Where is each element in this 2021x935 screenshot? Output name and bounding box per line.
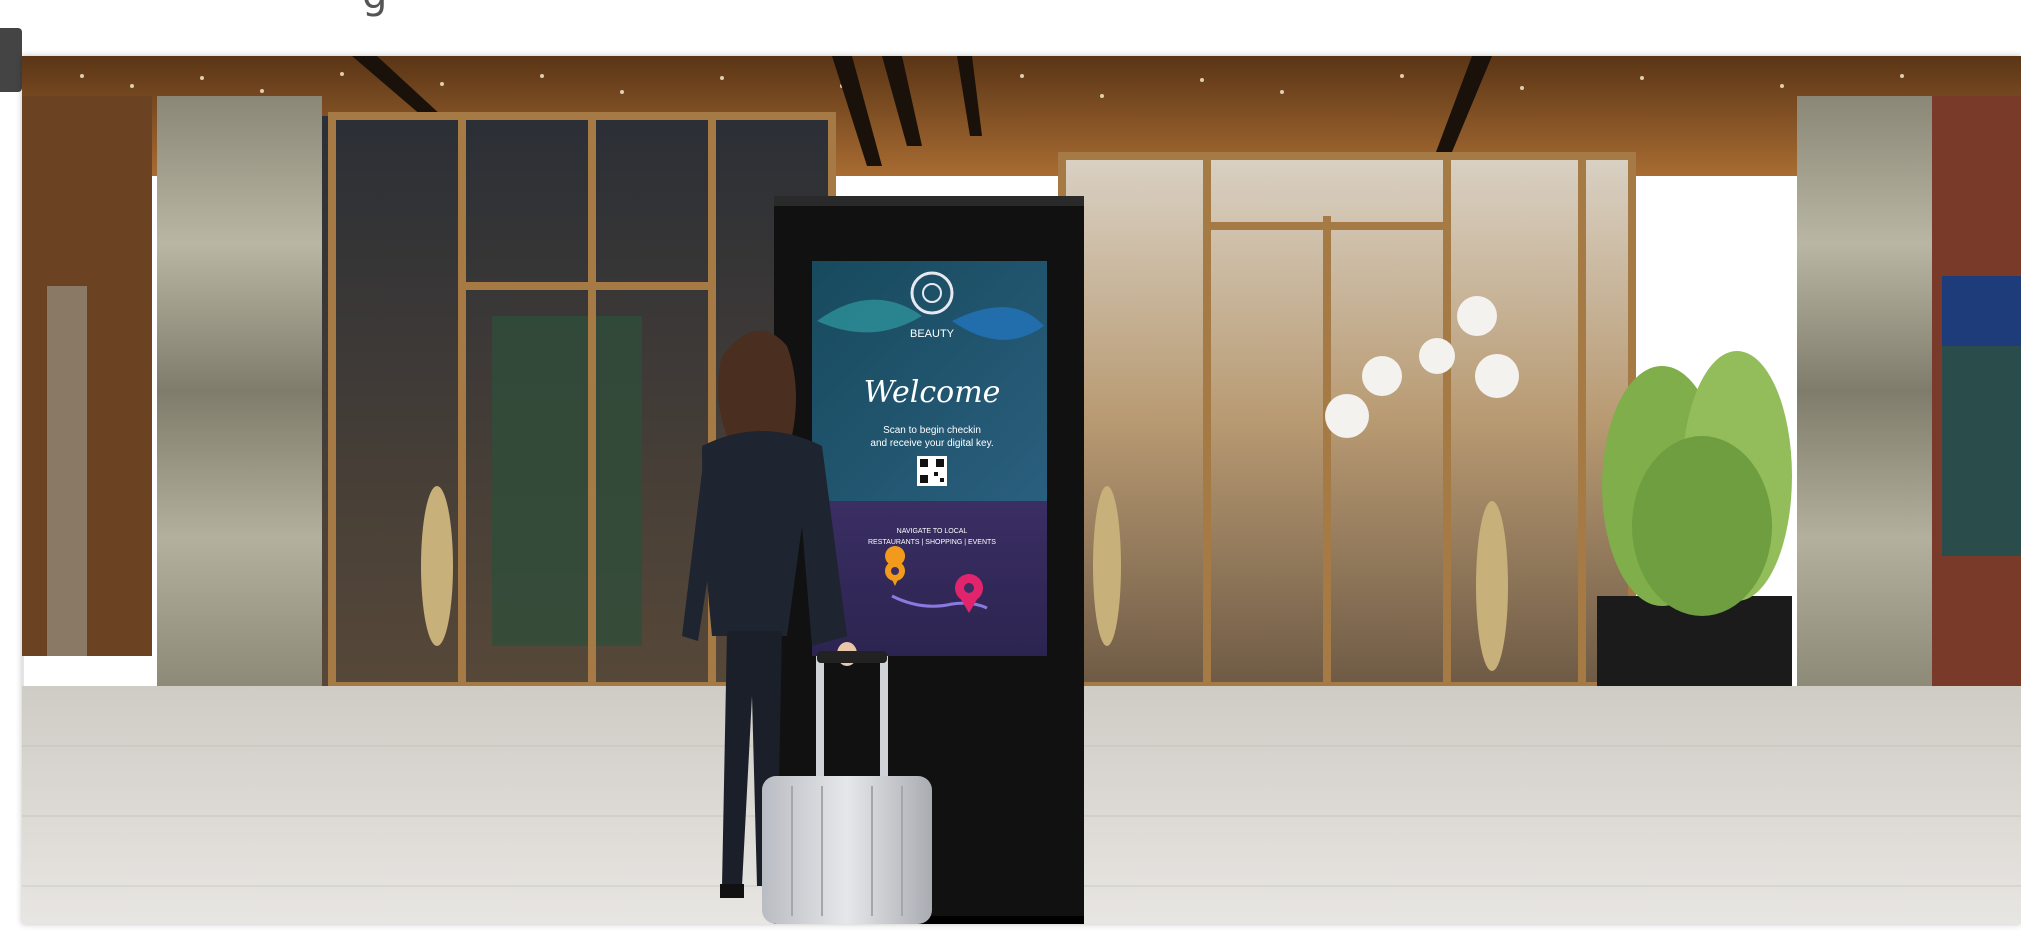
page: g <box>0 0 2021 935</box>
sculpture-left <box>421 486 453 646</box>
qr-code-icon <box>917 456 947 486</box>
suitcase-body <box>762 776 932 924</box>
blue-sign <box>1942 276 2021 346</box>
hotel-entrance-illustration: BEAUTY Welcome Scan to begin checkin and… <box>22 56 2021 924</box>
kiosk-line1: Scan to begin checkin <box>883 425 981 436</box>
cropped-text-fragment: g <box>362 0 422 18</box>
green-wall-reflection <box>492 316 642 646</box>
bamboo-plant <box>1602 351 1792 616</box>
sculpture-middle <box>1093 486 1121 646</box>
shoe <box>720 884 744 898</box>
kiosk-brand: BEAUTY <box>910 328 955 340</box>
left-edge-tab <box>0 28 22 92</box>
kiosk-nav-line1: NAVIGATE TO LOCAL <box>897 528 968 535</box>
stone-pillar-small <box>47 286 87 656</box>
shop-window <box>1942 346 2021 556</box>
kiosk-nav-line2: RESTAURANTS | SHOPPING | EVENTS <box>868 539 996 546</box>
sculpture-right <box>1476 501 1508 671</box>
kiosk-line2: and receive your digital key. <box>870 438 993 449</box>
kiosk-screen-bottom <box>812 501 1047 656</box>
hero-photo: BEAUTY Welcome Scan to begin checkin and… <box>22 56 2021 924</box>
stone-pillar-left <box>157 96 322 686</box>
kiosk-headline: Welcome <box>864 375 1001 410</box>
stone-pillar-right <box>1797 96 1932 686</box>
